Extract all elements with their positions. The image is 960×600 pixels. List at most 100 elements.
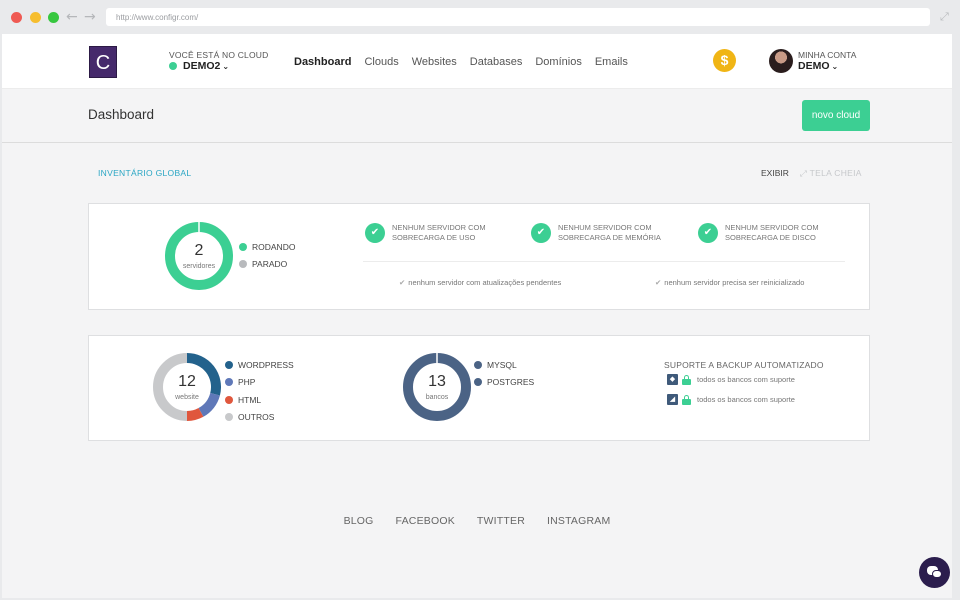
footer-link-instagram[interactable]: INSTAGRAM bbox=[547, 515, 610, 527]
footer-link-twitter[interactable]: TWITTER bbox=[477, 515, 525, 527]
footer-link-facebook[interactable]: FACEBOOK bbox=[396, 515, 455, 527]
nav-dashboard[interactable]: Dashboard bbox=[294, 56, 351, 68]
divider bbox=[363, 261, 845, 262]
account-caption: MINHA CONTA bbox=[798, 50, 857, 60]
websites-donut-center: 12 website bbox=[153, 347, 221, 427]
footer-link-blog[interactable]: BLOG bbox=[344, 515, 374, 527]
servers-donut-center: 2 servidores bbox=[165, 216, 233, 296]
servers-card: 2 servidores RODANDO PARADO ✔ NENHUM SER… bbox=[88, 203, 870, 310]
address-bar[interactable]: http://www.configr.com/ bbox=[106, 8, 930, 26]
servers-unit: servidores bbox=[182, 262, 216, 270]
lock-icon bbox=[682, 395, 691, 405]
legend-label: WORDPRESS bbox=[238, 359, 294, 370]
new-cloud-button[interactable]: novo cloud bbox=[802, 100, 870, 131]
chevron-down-icon: ⌄ bbox=[831, 62, 839, 71]
main-nav: Dashboard Clouds Websites Databases Domí… bbox=[294, 56, 628, 68]
legend-item-html: HTML bbox=[225, 391, 294, 409]
check-memory-text: NENHUM SERVIDOR COM SOBRECARGA DE MEMÓRI… bbox=[558, 223, 661, 242]
legend-item-postgres: POSTGRES bbox=[474, 374, 534, 392]
credits-icon[interactable]: $ bbox=[713, 49, 736, 72]
nav-clouds[interactable]: Clouds bbox=[364, 56, 398, 68]
browser-chrome: ← → http://www.configr.com/ ⤢ bbox=[0, 0, 960, 34]
outros-swatch bbox=[225, 413, 233, 422]
check-icon: ✔ bbox=[531, 223, 551, 243]
forward-arrow-icon[interactable]: → bbox=[84, 9, 96, 25]
websites-donut[interactable]: 12 website bbox=[153, 347, 221, 427]
backup-row-mysql: ◆ todos os bancos com suporte bbox=[667, 374, 795, 385]
maximize-window-button[interactable] bbox=[48, 12, 59, 23]
websites-unit: website bbox=[175, 393, 199, 401]
reboot-note: ✔ nenhum servidor precisa ser reinicializ… bbox=[655, 278, 804, 287]
check-icon: ✔ bbox=[365, 223, 385, 243]
check-icon: ✔ bbox=[655, 278, 662, 287]
lock-icon bbox=[682, 375, 691, 385]
top-bar: C VOCÊ ESTÁ NO CLOUD DEMO2 ⌄ Dashboard C… bbox=[2, 34, 952, 89]
fullscreen-icon: ⤢ bbox=[800, 168, 810, 178]
legend-item-outros: OUTROS bbox=[225, 409, 294, 427]
fullscreen-label: TELA CHEIA bbox=[809, 168, 862, 178]
updates-note-text: nenhum servidor com atualizações pendent… bbox=[408, 278, 562, 287]
legend-item-mysql: MYSQL bbox=[474, 356, 534, 374]
account-menu[interactable]: DEMO ⌄ bbox=[798, 60, 838, 72]
avatar[interactable] bbox=[769, 49, 793, 73]
legend-label: PHP bbox=[238, 377, 256, 388]
back-arrow-icon[interactable]: ← bbox=[66, 9, 78, 25]
servers-legend: RODANDO PARADO bbox=[239, 238, 295, 273]
check-disk: ✔ NENHUM SERVIDOR COM SOBRECARGA DE DISC… bbox=[698, 223, 845, 243]
nav-databases[interactable]: Databases bbox=[470, 56, 523, 68]
close-window-button[interactable] bbox=[11, 12, 22, 23]
nav-emails[interactable]: Emails bbox=[595, 56, 628, 68]
legend-label: POSTGRES bbox=[487, 377, 535, 388]
legend-label: PARADO bbox=[252, 259, 288, 270]
legend-label: MYSQL bbox=[487, 359, 517, 370]
wordpress-swatch bbox=[225, 360, 233, 369]
app-logo[interactable]: C bbox=[89, 46, 117, 78]
chevron-down-icon: ⌄ bbox=[222, 61, 230, 71]
databases-legend: MYSQL POSTGRES bbox=[474, 356, 534, 391]
cloud-selector[interactable]: DEMO2 ⌄ bbox=[169, 60, 229, 72]
legend-item-running: RODANDO bbox=[239, 238, 295, 256]
page-title: Dashboard bbox=[88, 107, 155, 122]
nav-dominios[interactable]: Domínios bbox=[535, 56, 581, 68]
backup-row-text: todos os bancos com suporte bbox=[697, 395, 795, 404]
legend-item-php: PHP bbox=[225, 374, 294, 392]
reboot-note-text: nenhum servidor precisa ser reinicializa… bbox=[664, 278, 805, 287]
cloud-name: DEMO2 bbox=[183, 60, 221, 72]
minimize-window-button[interactable] bbox=[30, 12, 41, 23]
databases-donut[interactable]: 13 bancos bbox=[403, 347, 471, 427]
php-swatch bbox=[225, 378, 233, 387]
check-usage: ✔ NENHUM SERVIDOR COM SOBRECARGA DE USO bbox=[365, 223, 512, 243]
websites-legend: WORDPRESS PHP HTML OUTROS bbox=[225, 356, 294, 426]
fullscreen-button[interactable]: ⤢ TELA CHEIA bbox=[800, 168, 862, 179]
html-swatch bbox=[225, 395, 233, 404]
databases-count: 13 bbox=[428, 372, 446, 390]
title-bar: Dashboard novo cloud bbox=[2, 89, 952, 143]
inventory-card: 12 website WORDPRESS PHP HTML OUTROS 13 … bbox=[88, 335, 870, 441]
footer: BLOG FACEBOOK TWITTER INSTAGRAM bbox=[2, 515, 952, 527]
servers-donut[interactable]: 2 servidores bbox=[165, 216, 233, 296]
chat-bubble-icon bbox=[932, 570, 942, 578]
servers-count: 2 bbox=[194, 241, 204, 259]
cloud-status-dot bbox=[169, 62, 177, 70]
mysql-icon: ◆ bbox=[667, 374, 678, 385]
legend-label: OUTROS bbox=[238, 412, 275, 423]
databases-donut-center: 13 bancos bbox=[403, 347, 471, 427]
chat-button[interactable] bbox=[919, 557, 950, 588]
check-usage-text: NENHUM SERVIDOR COM SOBRECARGA DE USO bbox=[392, 223, 486, 242]
expand-icon[interactable]: ⤢ bbox=[940, 10, 949, 24]
account-name: DEMO bbox=[798, 60, 830, 72]
show-button[interactable]: EXIBIR bbox=[761, 168, 789, 178]
app-window: C VOCÊ ESTÁ NO CLOUD DEMO2 ⌄ Dashboard C… bbox=[2, 34, 952, 598]
running-swatch bbox=[239, 242, 247, 251]
check-icon: ✔ bbox=[698, 223, 718, 243]
websites-count: 12 bbox=[178, 372, 196, 390]
backup-row-text: todos os bancos com suporte bbox=[697, 375, 795, 384]
databases-unit: bancos bbox=[425, 393, 449, 401]
mysql-swatch bbox=[474, 360, 482, 369]
stopped-swatch bbox=[239, 260, 247, 269]
backup-title: SUPORTE A BACKUP AUTOMATIZADO bbox=[664, 360, 824, 370]
check-disk-text: NENHUM SERVIDOR COM SOBRECARGA DE DISCO bbox=[725, 223, 819, 242]
nav-websites[interactable]: Websites bbox=[412, 56, 457, 68]
legend-item-stopped: PARADO bbox=[239, 256, 295, 274]
inventory-label: INVENTÁRIO GLOBAL bbox=[98, 168, 192, 178]
